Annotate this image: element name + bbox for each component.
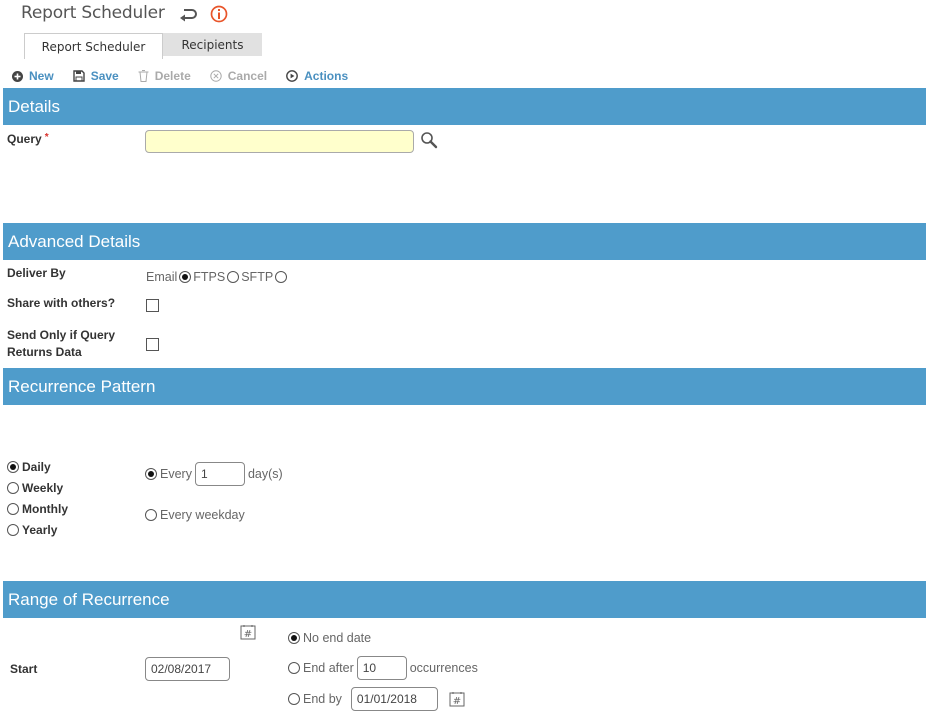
- details-section-header: Details: [3, 88, 926, 125]
- recurrence-section-header: Recurrence Pattern: [3, 368, 926, 405]
- start-label: Start: [10, 662, 38, 676]
- send-only-label-line2: Returns Data: [7, 345, 82, 359]
- every-weekday-option: Every weekday: [145, 508, 245, 522]
- deliver-option-email-label: Email: [146, 270, 178, 284]
- pattern-weekly-radio[interactable]: [7, 481, 19, 494]
- save-label: Save: [90, 69, 119, 83]
- actions-button[interactable]: Actions: [286, 69, 348, 83]
- days-suffix: day(s): [247, 467, 283, 481]
- svg-text:#: #: [453, 696, 461, 707]
- deliver-by-group: Email FTPS SFTP: [146, 270, 288, 284]
- trash-icon: [138, 70, 149, 82]
- query-label: Query *: [7, 132, 49, 146]
- pattern-daily-radio[interactable]: [7, 460, 19, 473]
- pattern-yearly-label: Yearly: [22, 522, 58, 537]
- new-button[interactable]: New: [12, 69, 54, 83]
- new-label: New: [29, 69, 54, 83]
- pattern-group: Daily Weekly Monthly Yearly: [7, 456, 68, 540]
- cancel-icon: [210, 70, 222, 82]
- every-label: Every: [160, 467, 192, 481]
- end-by-option: End by 01/01/2018 #: [288, 687, 465, 711]
- end-by-label: End by: [303, 692, 342, 706]
- query-input[interactable]: [145, 130, 414, 153]
- toolbar: New Save Delete Cancel Actions: [12, 68, 367, 84]
- deliver-by-label: Deliver By: [7, 266, 66, 280]
- pattern-yearly[interactable]: Yearly: [7, 519, 68, 540]
- no-end-date-option: No end date: [288, 631, 371, 645]
- play-circle-icon: [286, 70, 299, 82]
- save-button[interactable]: Save: [72, 69, 119, 83]
- delete-button[interactable]: Delete: [138, 69, 191, 83]
- deliver-option-ftps-label: FTPS: [193, 270, 226, 284]
- deliver-option-sftp-label: SFTP: [241, 270, 274, 284]
- required-marker: *: [44, 132, 49, 143]
- tab-recipients[interactable]: Recipients: [163, 33, 262, 56]
- pattern-daily-label: Daily: [22, 459, 51, 474]
- pattern-weekly-label: Weekly: [22, 480, 64, 495]
- plus-circle-icon: [12, 70, 23, 82]
- every-n-days-radio[interactable]: [145, 468, 157, 480]
- share-checkbox[interactable]: [146, 299, 159, 312]
- share-label: Share with others?: [7, 296, 116, 310]
- search-icon[interactable]: [420, 131, 438, 149]
- deliver-ftps-radio[interactable]: [227, 271, 240, 283]
- query-label-text: Query: [7, 132, 42, 146]
- pattern-monthly-radio[interactable]: [7, 502, 19, 515]
- end-by-radio[interactable]: [288, 693, 300, 705]
- deliver-email-radio[interactable]: [179, 271, 192, 283]
- end-after-label: End after: [303, 661, 354, 675]
- pattern-monthly-label: Monthly: [22, 501, 68, 516]
- no-end-date-radio[interactable]: [288, 632, 300, 644]
- cancel-label: Cancel: [227, 69, 268, 83]
- advanced-details-section-header: Advanced Details: [3, 223, 926, 260]
- every-days-input[interactable]: 1: [194, 462, 245, 486]
- no-end-date-label: No end date: [303, 631, 372, 645]
- start-date-input[interactable]: 02/08/2017: [145, 657, 230, 681]
- every-weekday-label: Every weekday: [160, 508, 245, 522]
- pattern-weekly[interactable]: Weekly: [7, 477, 68, 498]
- calendar-icon[interactable]: #: [449, 691, 465, 707]
- save-icon: [72, 70, 85, 82]
- pattern-monthly[interactable]: Monthly: [7, 498, 68, 519]
- undo-icon[interactable]: [178, 6, 198, 22]
- end-after-option: End after 10 occurrences: [288, 656, 478, 680]
- occurrences-suffix: occurrences: [409, 661, 478, 675]
- pattern-daily[interactable]: Daily: [7, 456, 68, 477]
- every-weekday-radio[interactable]: [145, 509, 157, 521]
- end-after-input[interactable]: 10: [356, 656, 407, 680]
- deliver-sftp-radio[interactable]: [275, 271, 288, 283]
- send-only-label-line1: Send Only if Query: [7, 328, 116, 342]
- send-only-label: Send Only if Query Returns Data: [7, 327, 115, 361]
- calendar-icon[interactable]: #: [240, 624, 256, 640]
- delete-label: Delete: [154, 69, 191, 83]
- info-icon[interactable]: [210, 5, 228, 23]
- tab-report-scheduler[interactable]: Report Scheduler: [24, 33, 163, 59]
- page-title: Report Scheduler: [21, 3, 165, 23]
- end-after-radio[interactable]: [288, 662, 300, 674]
- actions-label: Actions: [304, 69, 349, 83]
- cancel-button[interactable]: Cancel: [210, 69, 267, 83]
- end-by-date-input[interactable]: 01/01/2018: [350, 687, 438, 711]
- range-section-header: Range of Recurrence: [3, 581, 926, 618]
- svg-text:#: #: [244, 629, 252, 640]
- every-n-days-option: Every 1 day(s): [145, 462, 283, 486]
- pattern-yearly-radio[interactable]: [7, 523, 19, 536]
- send-only-checkbox[interactable]: [146, 338, 159, 351]
